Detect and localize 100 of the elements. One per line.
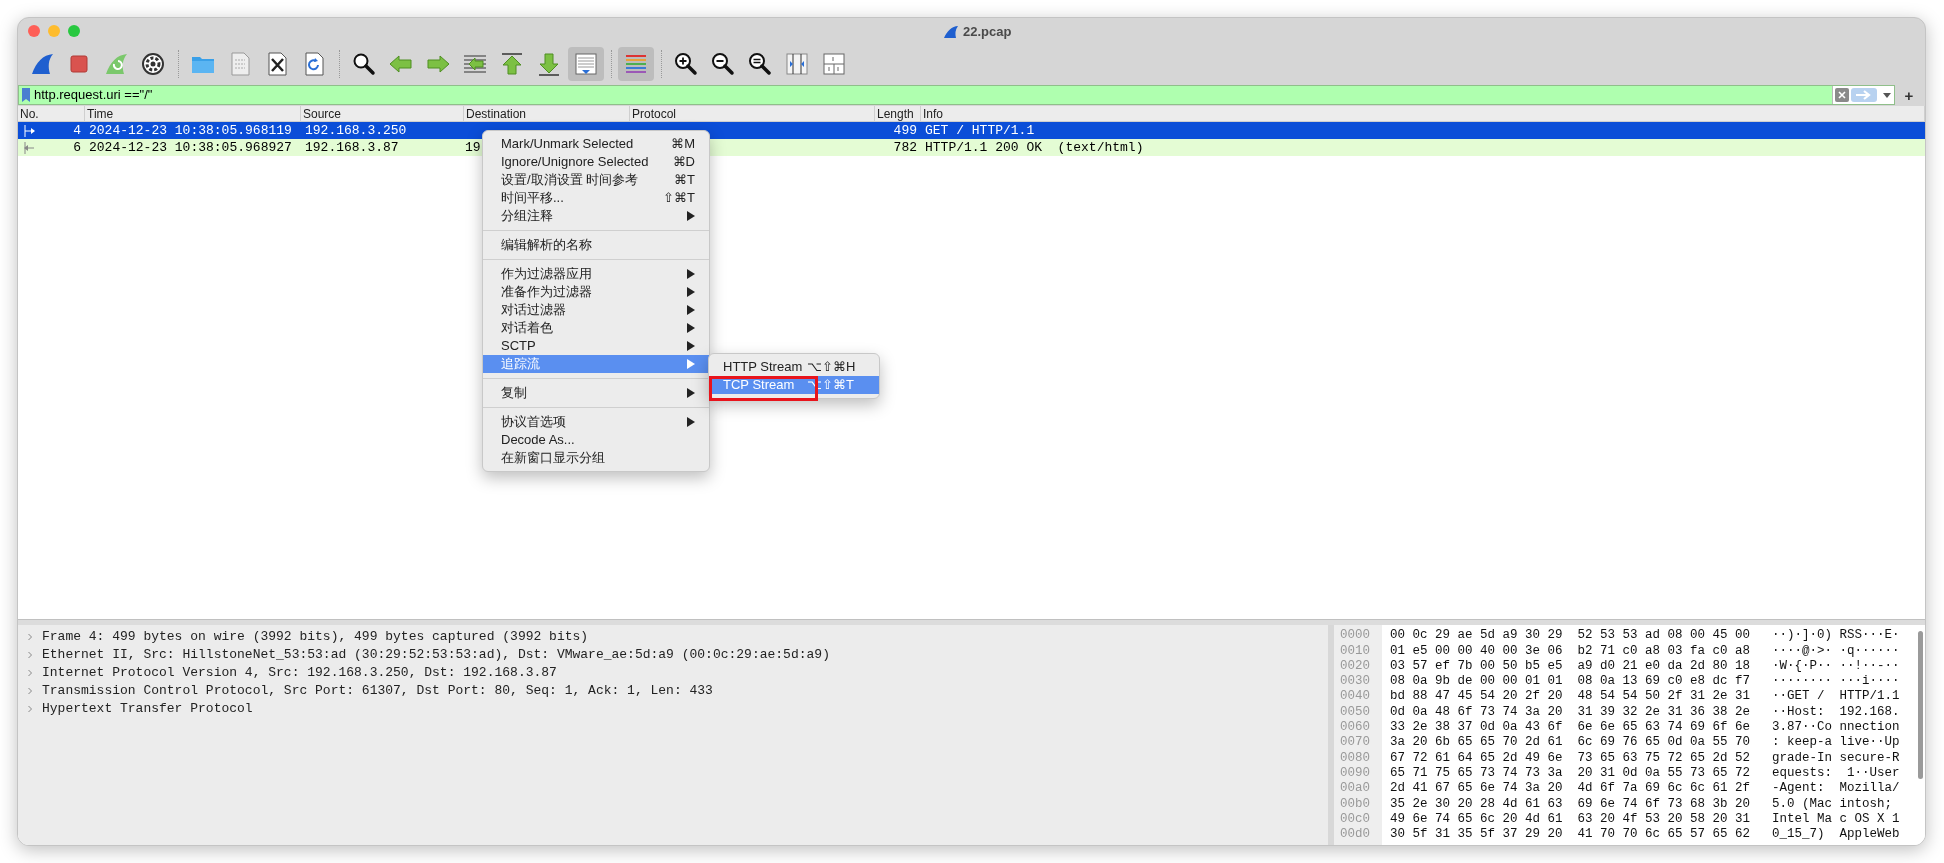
ascii-text: Intel Ma c OS X 1: [1772, 810, 1900, 828]
zoom-window-button[interactable]: [68, 25, 80, 37]
tree-item[interactable]: Hypertext Transfer Protocol: [42, 699, 253, 719]
menu-item[interactable]: 设置/取消设置 时间参考 ⌘T: [483, 171, 709, 189]
fin-icon: [943, 24, 959, 39]
table-cell-text: GET / HTTP/1.1: [925, 121, 1035, 140]
hex-bytes: 08 0a 9b de 00 00 01 01 08 0a 13 69 c0 e8 dc f7: [1390, 673, 1751, 690]
close-window-button[interactable]: [28, 25, 40, 37]
table-cell-text: 192.168.3.250: [305, 121, 407, 140]
tree-item[interactable]: Transmission Control Protocol, Src Port: 61307, Dst Port: 80, Seq: 1, Ack: 1, Len: 433: [42, 681, 713, 701]
chevron-right-icon[interactable]: [26, 687, 34, 695]
tree-item[interactable]: Internet Protocol Version 4, Src: 192.168.3.250, Dst: 192.168.3.87: [42, 663, 557, 683]
hex-bytes: 00 0c 29 ae 5d a9 30 29 52 53 53 ad 08 00 45 00: [1390, 627, 1751, 645]
hex-bytes: 67 72 61 64 65 2d 49 6e 73 65 63 75 72 65 2d 52: [1390, 749, 1751, 767]
ascii-text: -Agent: Mozilla/: [1772, 780, 1900, 798]
column-header[interactable]: Time: [87, 104, 114, 123]
dropdown-caret-icon[interactable]: [1883, 92, 1891, 98]
menu-item[interactable]: 复制: [483, 384, 709, 402]
offset-label: 00c0: [1339, 810, 1371, 828]
column-header[interactable]: No.: [20, 104, 39, 123]
window-title: 22.pcap: [963, 23, 1012, 41]
packet-row[interactable]: 4 2024-12-23 10:38:05.968119 192.168.3.250 499 GET / HTTP/1.1: [18, 122, 1925, 139]
auto-scroll-button[interactable]: [568, 47, 604, 81]
menu-item[interactable]: 作为过滤器应用: [483, 265, 709, 283]
offset-label: 0090: [1339, 764, 1371, 782]
table-cell-text: HTTP/1.1 200 OK (text/html): [925, 138, 1144, 157]
menu-item[interactable]: 对话着色: [483, 319, 709, 337]
ascii-text: ··)·]·0) RSS···E·: [1772, 627, 1900, 645]
table-cell-text: 19: [465, 138, 481, 157]
offset-label: 0030: [1339, 673, 1371, 690]
ascii-text: 0_15_7) AppleWeb: [1772, 826, 1900, 844]
hex-bytes: 65 71 75 65 73 74 73 3a 20 31 0d 0a 55 73 65 72: [1390, 764, 1751, 782]
offset-label: 0020: [1339, 657, 1371, 675]
ascii-text: ········ ···i····: [1772, 673, 1900, 690]
table-cell-text: 2024-12-23 10:38:05.968119: [89, 121, 292, 140]
tree-item[interactable]: Ethernet II, Src: HillstoneNet_53:53:ad (30:29:52:53:53:ad), Dst: VMware_ae:5d:a9 (00:0c:29:ae:5d:a9): [42, 645, 830, 665]
column-header[interactable]: Source: [303, 104, 342, 123]
auto-scroll-icon: [572, 50, 600, 78]
hex-bytes: 35 2e 30 20 28 4d 61 63 69 6e 74 6f 73 68 3b 20: [1390, 795, 1751, 813]
column-header[interactable]: Protocol: [632, 104, 677, 123]
ascii-text: ··GET / HTTP/1.1: [1772, 688, 1900, 706]
hex-bytes: 30 5f 31 35 5f 37 29 20 41 70 70 6c 65 57 65 62: [1390, 826, 1751, 844]
column-header[interactable]: Length: [877, 104, 914, 123]
ascii-text: ··Host: 192.168.: [1772, 703, 1900, 721]
menu-item[interactable]: 准备作为过滤器: [483, 283, 709, 301]
table-cell-text: 2024-12-23 10:38:05.968927: [89, 138, 292, 157]
menu-item[interactable]: 协议首选项: [483, 413, 709, 431]
tree-item[interactable]: Frame 4: 499 bytes on wire (3992 bits), 499 bytes captured (3992 bits): [42, 627, 589, 647]
offset-label: 0070: [1339, 734, 1371, 752]
zoom-reset-icon: [746, 50, 774, 78]
table-cell-text: 782: [893, 138, 917, 157]
resize-columns-icon: [783, 50, 811, 78]
menu-item[interactable]: Decode As...: [483, 431, 709, 449]
hex-bytes: 0d 0a 48 6f 73 74 3a 20 31 39 32 2e 31 36 38 2e: [1390, 703, 1751, 721]
chevron-right-icon[interactable]: [26, 705, 34, 713]
zoom-in-icon: [672, 50, 700, 78]
chevron-right-icon[interactable]: [26, 633, 34, 641]
clear-icon[interactable]: [1835, 88, 1849, 102]
hex-bytes: 49 6e 74 65 6c 20 4d 61 63 20 4f 53 20 58 20 31: [1390, 810, 1751, 828]
pane-layout-icon: [820, 50, 848, 78]
offset-label: 0080: [1339, 749, 1371, 767]
column-header[interactable]: Info: [923, 104, 943, 123]
table-cell-text: 6: [73, 138, 81, 157]
chevron-right-icon[interactable]: [26, 651, 34, 659]
bookmark-icon[interactable]: [22, 88, 30, 102]
table-cell-text: 192.168.3.87: [305, 138, 399, 157]
offset-label: 0060: [1339, 719, 1371, 736]
hex-bytes: 33 2e 38 37 0d 0a 43 6f 6e 6e 65 63 74 69 6f 6e: [1390, 719, 1751, 736]
scrollbar[interactable]: [1918, 631, 1923, 779]
offset-label: 0010: [1339, 642, 1371, 660]
settings-icon: [139, 50, 167, 78]
hex-bytes: 01 e5 00 00 40 00 3e 06 b2 71 c0 a8 03 fa c0 a8: [1390, 642, 1751, 660]
table-cell-text: 499: [893, 121, 917, 140]
menu-item[interactable]: 对话过滤器: [483, 301, 709, 319]
ascii-text: grade-In secure-R: [1772, 749, 1900, 767]
ascii-text: equests: 1··User: [1772, 764, 1900, 782]
zoom-out-icon: [709, 50, 737, 78]
colorize-button[interactable]: [618, 47, 654, 81]
offset-label: 0000: [1339, 627, 1371, 645]
ascii-text: : keep-a live··Up: [1772, 734, 1900, 752]
ascii-text: ····@·>· ·q······: [1772, 642, 1900, 660]
chevron-right-icon[interactable]: [26, 669, 34, 677]
ascii-text: ·W·{·P·· ··!··-··: [1772, 657, 1900, 675]
menu-item[interactable]: 编辑解析的名称: [483, 236, 709, 254]
offset-label: 0040: [1339, 688, 1371, 706]
menu-item[interactable]: 分组注释: [483, 207, 709, 225]
ascii-text: 3.87··Co nnection: [1772, 719, 1900, 736]
offset-label: 00a0: [1339, 780, 1371, 798]
ascii-text: 5.0 (Mac intosh;: [1772, 795, 1894, 813]
menu-item[interactable]: SCTP: [483, 337, 709, 355]
menu-item[interactable]: 在新窗口显示分组: [483, 449, 709, 467]
menu-item[interactable]: Ignore/Unignore Selected ⌘D: [483, 153, 709, 171]
menu-item[interactable]: HTTP Stream ⌥⇧⌘H: [709, 358, 879, 376]
table-cell-text: 4: [73, 121, 81, 140]
hex-bytes: bd 88 47 45 54 20 2f 20 48 54 54 50 2f 31 2e 31: [1390, 688, 1751, 706]
offset-label: 0050: [1339, 703, 1371, 721]
column-header[interactable]: Destination: [466, 104, 527, 123]
menu-item[interactable]: 时间平移... ⇧⌘T: [483, 189, 709, 207]
add-filter-button[interactable]: +: [1899, 85, 1919, 105]
hex-bytes: 03 57 ef 7b 00 50 b5 e5 a9 d0 21 e0 da 2d 80 18: [1390, 657, 1751, 675]
